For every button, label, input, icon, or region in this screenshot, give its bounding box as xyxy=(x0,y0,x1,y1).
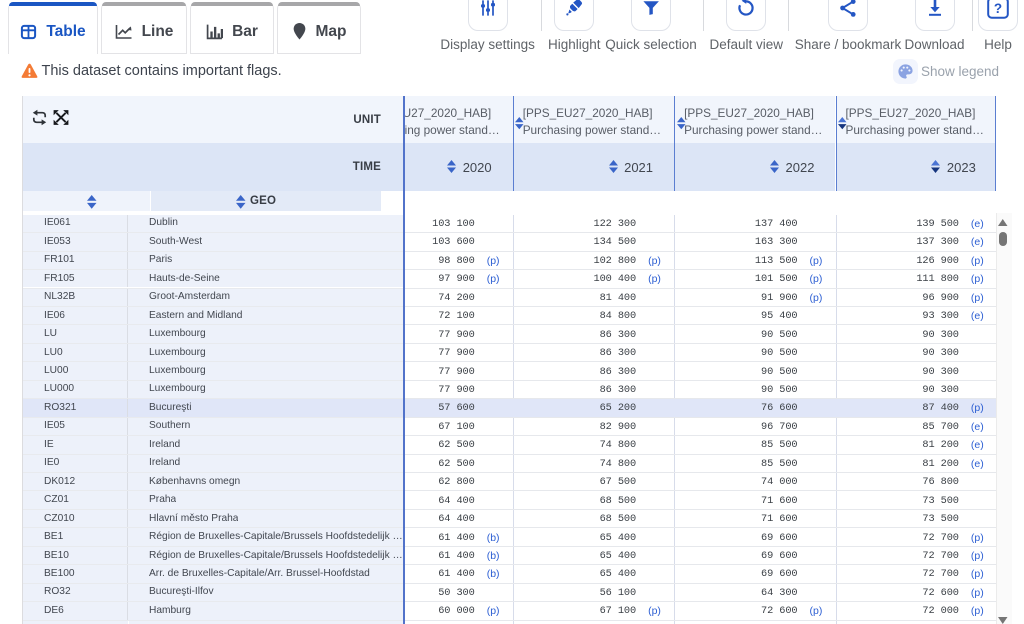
svg-text:?: ? xyxy=(994,1,1002,16)
